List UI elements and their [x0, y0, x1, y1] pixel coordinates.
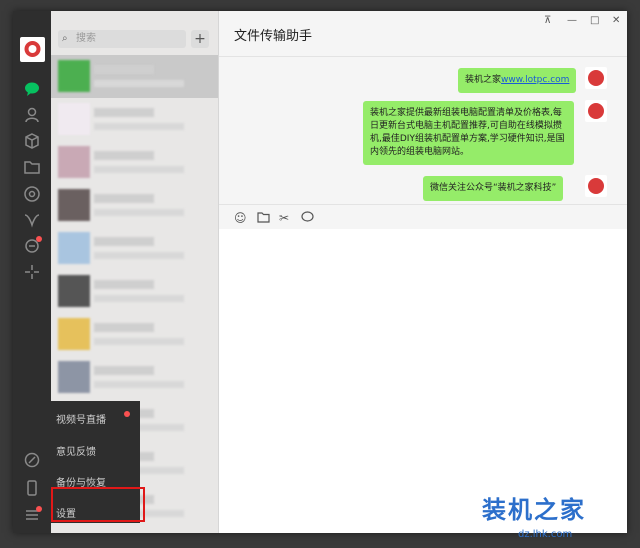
- notification-dot: [36, 236, 42, 242]
- phone-icon[interactable]: [23, 479, 41, 497]
- emoji-icon[interactable]: ☺: [234, 211, 247, 225]
- mini-program-icon[interactable]: [23, 263, 41, 281]
- my-avatar: [585, 67, 607, 89]
- chat-avatar: [58, 232, 90, 264]
- list-item[interactable]: [51, 270, 218, 313]
- close-button[interactable]: ✕: [612, 15, 620, 26]
- highlight-box: [51, 487, 145, 522]
- link-icon[interactable]: [23, 451, 41, 469]
- search-input[interactable]: ⌕ 搜索: [58, 30, 186, 48]
- favorites-icon[interactable]: [23, 132, 41, 150]
- chat-avatar: [58, 103, 90, 135]
- chat-avatar: [58, 361, 90, 393]
- watermark-text: 装机之家: [482, 496, 586, 524]
- folder-icon[interactable]: [23, 158, 41, 176]
- channels-icon[interactable]: [23, 211, 41, 229]
- file-icon[interactable]: [257, 211, 270, 226]
- message-area: 装机之家www.lotpc.com 装机之家提供最新组装电脑配置清单及价格表,每…: [219, 56, 627, 204]
- list-item[interactable]: [51, 141, 218, 184]
- menu-item-feedback[interactable]: 意见反馈: [56, 443, 96, 458]
- list-item[interactable]: [51, 356, 218, 399]
- page-title: 文件传输助手: [234, 29, 313, 44]
- search-icon: ⌕: [62, 33, 68, 44]
- wechat-window: ⌕ 搜索 + 文件传输助手 ⊼ — □ ✕ 装机之家www.lotpc.com 装…: [13, 11, 627, 533]
- message-input[interactable]: [219, 229, 627, 533]
- notification-dot: [36, 506, 42, 512]
- chat-avatar: [58, 318, 90, 350]
- pin-button[interactable]: ⊼: [544, 15, 551, 26]
- chat-avatar: [58, 146, 90, 178]
- search-discover-icon[interactable]: [23, 236, 42, 255]
- message-bubble: 装机之家提供最新组装电脑配置清单及价格表,每日更新台式电脑主机配置推荐,可自助在…: [363, 101, 574, 165]
- my-avatar: [585, 100, 607, 122]
- moments-icon[interactable]: [23, 185, 41, 203]
- nav-rail: [13, 11, 51, 533]
- chat-icon[interactable]: [23, 80, 41, 98]
- chat-avatar: [58, 60, 90, 92]
- minimize-button[interactable]: —: [567, 15, 577, 26]
- screenshot-icon[interactable]: ✂: [279, 211, 289, 225]
- list-item[interactable]: [51, 227, 218, 270]
- website-link[interactable]: www.lotpc.com: [501, 75, 569, 85]
- input-toolbar: ☺ ✂: [219, 204, 627, 230]
- chat-history-icon[interactable]: [301, 211, 314, 226]
- my-avatar: [585, 175, 607, 197]
- chat-avatar: [58, 189, 90, 221]
- list-item[interactable]: [51, 55, 218, 98]
- chat-panel: 文件传输助手 ⊼ — □ ✕ 装机之家www.lotpc.com 装机之家提供最…: [219, 11, 627, 533]
- chat-avatar: [58, 275, 90, 307]
- list-item[interactable]: [51, 184, 218, 227]
- message-bubble: 微信关注公众号“装机之家科技”: [423, 176, 564, 201]
- contacts-icon[interactable]: [23, 106, 41, 124]
- message-bubble: [365, 56, 575, 57]
- menu-icon[interactable]: [23, 506, 42, 524]
- add-button[interactable]: +: [191, 30, 209, 48]
- list-item[interactable]: [51, 98, 218, 141]
- menu-item-live[interactable]: 视频号直播: [56, 411, 106, 426]
- maximize-button[interactable]: □: [590, 15, 599, 26]
- message-bubble: 装机之家www.lotpc.com: [458, 68, 577, 93]
- notification-dot: [124, 411, 130, 417]
- list-item[interactable]: [51, 313, 218, 356]
- watermark-url: dz.lhk.com: [518, 529, 573, 540]
- user-avatar[interactable]: [20, 37, 45, 62]
